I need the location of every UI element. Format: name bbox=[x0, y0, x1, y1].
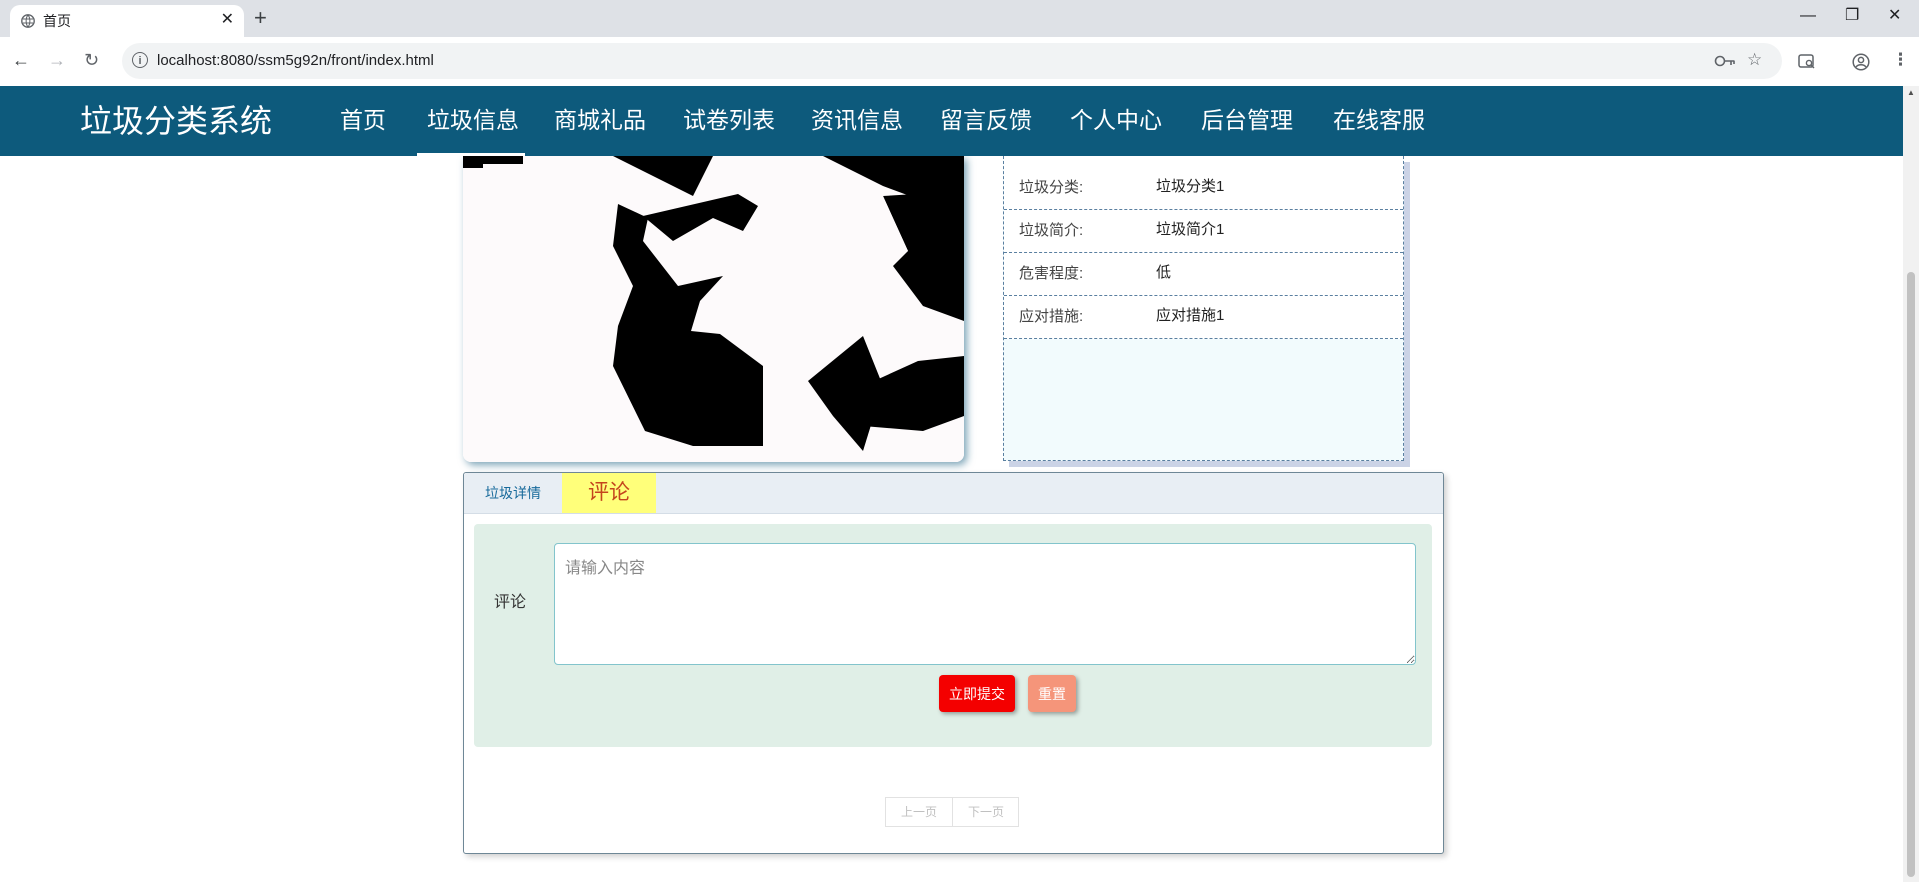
minimize-icon[interactable]: — bbox=[1800, 6, 1816, 26]
back-icon[interactable]: ← bbox=[12, 49, 30, 71]
tab-title: 首页 bbox=[43, 13, 71, 29]
comment-input[interactable] bbox=[554, 543, 1416, 665]
info-label: 垃圾简介: bbox=[1019, 222, 1084, 239]
browser-tab[interactable]: 首页 ✕ bbox=[10, 5, 244, 37]
site-info-icon[interactable]: i bbox=[132, 52, 148, 68]
nav-item-exam-list[interactable]: 试卷列表 bbox=[683, 105, 775, 135]
tab-garbage-detail[interactable]: 垃圾详情 bbox=[464, 473, 562, 513]
comment-form: 评论 立即提交 重置 bbox=[474, 524, 1432, 747]
info-value: 应对措施1 bbox=[1156, 307, 1225, 324]
tab-search-icon[interactable] bbox=[1798, 54, 1816, 70]
info-row: 垃圾分类: 垃圾分类1 bbox=[1004, 167, 1403, 210]
garbage-image bbox=[463, 156, 964, 462]
site-header: 垃圾分类系统 首页 垃圾信息 商城礼品 试卷列表 资讯信息 留言反馈 个人中心 … bbox=[0, 86, 1903, 156]
recycle-symbol-icon bbox=[463, 156, 964, 462]
nav-item-news[interactable]: 资讯信息 bbox=[811, 105, 903, 135]
nav-item-gift-shop[interactable]: 商城礼品 bbox=[554, 105, 646, 135]
prev-page-button[interactable]: 上一页 bbox=[886, 798, 952, 826]
browser-tabstrip: 首页 ✕ + — ❐ ✕ bbox=[0, 0, 1919, 37]
profile-icon[interactable] bbox=[1852, 53, 1870, 71]
next-page-button[interactable]: 下一页 bbox=[953, 798, 1019, 826]
garbage-info-panel: 垃圾分类: 垃圾分类1 垃圾简介: 垃圾简介1 危害程度: 低 应对措施: 应对… bbox=[1003, 156, 1404, 461]
nav-item-home[interactable]: 首页 bbox=[340, 105, 386, 135]
info-value: 垃圾简介1 bbox=[1156, 221, 1225, 238]
info-value: 垃圾分类1 bbox=[1156, 178, 1225, 195]
reload-icon[interactable]: ↻ bbox=[84, 49, 99, 71]
comment-label: 评论 bbox=[494, 594, 527, 611]
info-value: 低 bbox=[1156, 264, 1172, 281]
info-row: 垃圾简介: 垃圾简介1 bbox=[1004, 210, 1403, 253]
page-viewport: 垃圾分类: 垃圾分类1 垃圾简介: 垃圾简介1 危害程度: 低 应对措施: 应对… bbox=[0, 86, 1919, 882]
submit-button[interactable]: 立即提交 bbox=[939, 675, 1015, 712]
restore-icon[interactable]: ❐ bbox=[1845, 6, 1859, 26]
browser-toolbar: ← → ↻ i localhost:8080/ssm5g92n/front/in… bbox=[0, 37, 1919, 87]
info-label: 应对措施: bbox=[1019, 308, 1084, 325]
forward-icon[interactable]: → bbox=[48, 49, 66, 71]
bookmark-star-icon[interactable]: ☆ bbox=[1747, 50, 1762, 70]
address-bar[interactable]: i localhost:8080/ssm5g92n/front/index.ht… bbox=[122, 43, 1782, 79]
url-text[interactable]: localhost:8080/ssm5g92n/front/index.html bbox=[157, 52, 434, 70]
menu-dots-icon[interactable]: ⋮ bbox=[1892, 50, 1909, 70]
nav-item-user-center[interactable]: 个人中心 bbox=[1070, 105, 1162, 135]
globe-icon bbox=[21, 14, 35, 28]
tab-close-icon[interactable]: ✕ bbox=[221, 10, 234, 30]
nav-item-garbage-info[interactable]: 垃圾信息 bbox=[427, 105, 519, 135]
pagination: 上一页 下一页 bbox=[885, 797, 1019, 827]
nav-item-feedback[interactable]: 留言反馈 bbox=[940, 105, 1032, 135]
site-title: 垃圾分类系统 bbox=[80, 103, 273, 139]
tab-comment[interactable]: 评论 bbox=[562, 473, 656, 513]
password-key-icon[interactable] bbox=[1714, 54, 1736, 68]
scrollbar-thumb[interactable] bbox=[1907, 272, 1915, 877]
scroll-up-icon[interactable]: ▲ bbox=[1907, 88, 1915, 97]
new-tab-button[interactable]: + bbox=[254, 7, 267, 29]
info-label: 垃圾分类: bbox=[1019, 179, 1084, 196]
info-row: 应对措施: 应对措施1 bbox=[1004, 296, 1403, 339]
tab-bar: 垃圾详情 评论 bbox=[464, 473, 1443, 514]
info-label: 危害程度: bbox=[1019, 265, 1084, 282]
page-scrollbar[interactable]: ▲ bbox=[1903, 86, 1919, 882]
detail-tabs-card: 垃圾详情 评论 评论 立即提交 重置 上一页 下一页 bbox=[463, 472, 1444, 854]
nav-item-admin[interactable]: 后台管理 bbox=[1201, 105, 1293, 135]
info-row: 危害程度: 低 bbox=[1004, 253, 1403, 296]
nav-item-online-service[interactable]: 在线客服 bbox=[1333, 105, 1425, 135]
active-nav-indicator bbox=[417, 153, 525, 156]
reset-button[interactable]: 重置 bbox=[1028, 675, 1076, 712]
window-close-icon[interactable]: ✕ bbox=[1888, 6, 1901, 26]
